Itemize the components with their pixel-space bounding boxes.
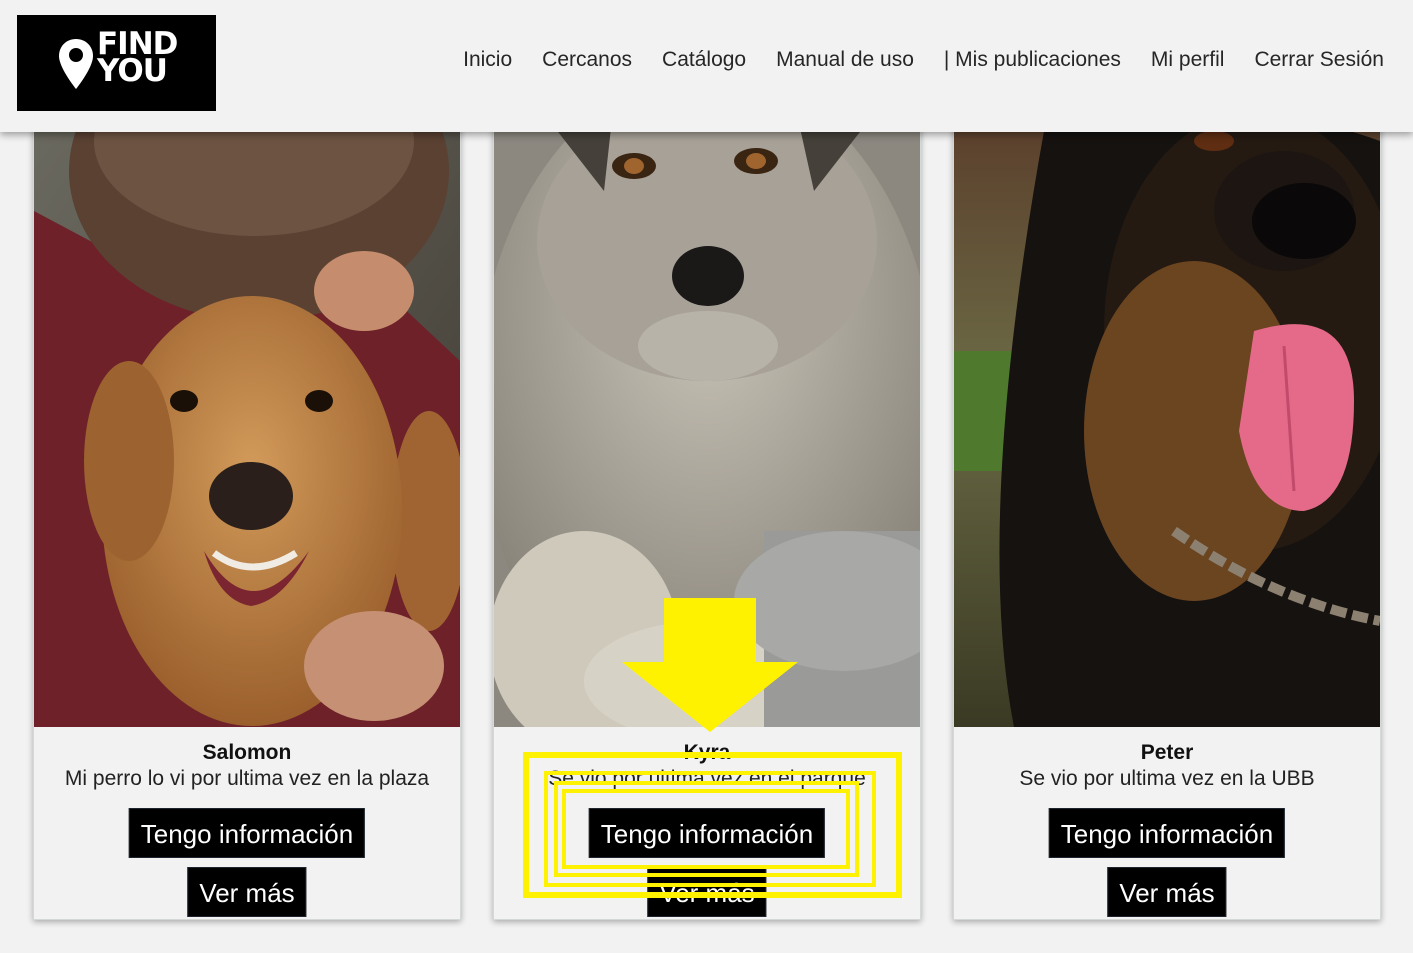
pet-description: Se vio por ultima vez en la UBB bbox=[1019, 767, 1315, 790]
tengo-informacion-button[interactable]: Tengo información bbox=[1048, 808, 1286, 858]
logo-text: FIND YOU bbox=[97, 26, 178, 89]
tengo-informacion-button[interactable]: Tengo información bbox=[128, 808, 366, 858]
nav-cercanos[interactable]: Cercanos bbox=[542, 47, 632, 73]
nav-inicio[interactable]: Inicio bbox=[463, 47, 512, 73]
pet-description: Se vio por ultima vez en el parque bbox=[548, 767, 866, 790]
pet-name: Salomon bbox=[202, 741, 292, 764]
logo[interactable]: FIND YOU bbox=[17, 15, 216, 111]
location-pin-icon bbox=[59, 39, 93, 89]
pet-card: Salomon Mi perro lo vi por ultima vez en… bbox=[33, 100, 461, 920]
pet-card: Kyra Se vio por ultima vez en el parque … bbox=[493, 100, 921, 920]
ver-mas-button[interactable]: Ver más bbox=[1107, 867, 1227, 917]
tengo-informacion-button[interactable]: Tengo información bbox=[588, 808, 826, 858]
nav-cerrar-sesion[interactable]: Cerrar Sesión bbox=[1254, 47, 1384, 73]
pet-card: Peter Se vio por ultima vez en la UBB Te… bbox=[953, 100, 1381, 920]
pet-photo[interactable] bbox=[494, 101, 920, 727]
nav-mis-publicaciones[interactable]: | Mis publicaciones bbox=[944, 47, 1121, 73]
header: FIND YOU Inicio Cercanos Catálogo Manual… bbox=[0, 0, 1413, 132]
nav-mi-perfil[interactable]: Mi perfil bbox=[1151, 47, 1225, 73]
pet-name: Kyra bbox=[683, 741, 731, 764]
ver-mas-button[interactable]: Ver más bbox=[187, 867, 307, 917]
nav-catalogo[interactable]: Catálogo bbox=[662, 47, 746, 73]
pet-photo[interactable] bbox=[34, 101, 460, 727]
main-nav: Inicio Cercanos Catálogo Manual de uso |… bbox=[463, 47, 1384, 73]
pet-name: Peter bbox=[1140, 741, 1194, 764]
nav-manual[interactable]: Manual de uso bbox=[776, 47, 914, 73]
pet-description: Mi perro lo vi por ultima vez en la plaz… bbox=[64, 767, 430, 790]
ver-mas-button[interactable]: Ver más bbox=[647, 867, 767, 917]
pet-photo[interactable] bbox=[954, 101, 1380, 727]
pet-card-grid: Salomon Mi perro lo vi por ultima vez en… bbox=[33, 100, 1381, 920]
